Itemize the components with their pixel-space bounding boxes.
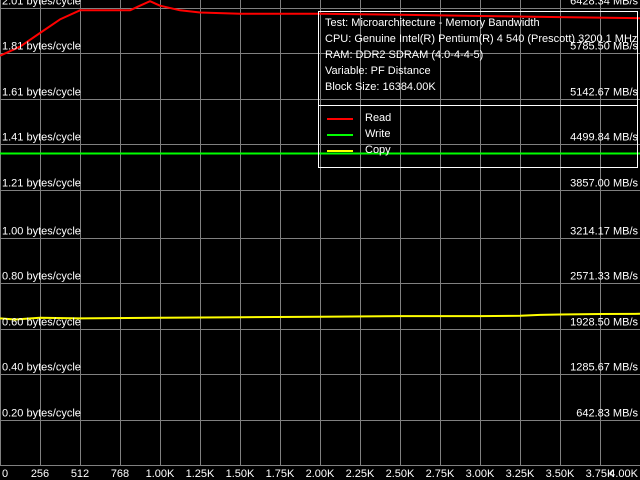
y-tick-label-left: 0.60 bytes/cycle [2,317,81,329]
y-tick-label-right: 6428.34 MB/s [570,0,638,8]
y-tick-label-left: 1.61 bytes/cycle [2,87,81,99]
legend-item-copy: Copy [327,144,627,158]
legend-swatch-write [327,134,353,136]
x-tick-label: 2.25K [346,468,375,480]
x-tick-label: 768 [111,468,129,480]
x-tick-label: 512 [71,468,89,480]
legend-label-read: Read [365,112,392,124]
legend-item-write: Write [327,128,627,142]
x-tick-label: 256 [31,468,49,480]
info-block-size: Block Size: 16384.00K [325,81,436,93]
x-tick-label: 4.00K [609,468,638,480]
y-tick-label-left: 1.00 bytes/cycle [2,226,81,238]
x-tick-label: 3.00K [466,468,495,480]
y-tick-label-left: 1.41 bytes/cycle [2,132,81,144]
x-tick-label: 1.75K [266,468,295,480]
y-tick-label-left: 0.20 bytes/cycle [2,408,81,420]
y-tick-label-right: 2571.33 MB/s [570,271,638,283]
legend-swatch-copy [327,150,353,152]
legend-label-write: Write [365,128,391,140]
y-tick-label-right: 3214.17 MB/s [570,226,638,238]
info-legend-panel: Test: Microarchitecture - Memory Bandwid… [318,11,638,168]
x-tick-label: 1.25K [186,468,215,480]
y-tick-label-left: 0.80 bytes/cycle [2,271,81,283]
y-tick-label-left: 0.40 bytes/cycle [2,362,81,374]
y-tick-label-right: 1928.50 MB/s [570,317,638,329]
legend-label-copy: Copy [365,144,391,156]
x-tick-label: 3.25K [506,468,535,480]
legend-swatch-read [327,118,353,120]
info-test: Test: Microarchitecture - Memory Bandwid… [325,17,540,29]
info-variable: Variable: PF Distance [325,65,431,77]
x-tick-label: 2.00K [306,468,335,480]
x-tick-label: 0 [2,468,8,480]
info-ram: RAM: DDR2 SDRAM (4.0-4-4-5) [325,49,484,61]
y-tick-label-right: 1285.67 MB/s [570,362,638,374]
legend-divider [319,105,637,106]
x-tick-label: 2.75K [426,468,455,480]
y-tick-label-left: 2.01 bytes/cycle [2,0,81,8]
x-tick-label: 1.50K [226,468,255,480]
x-tick-label: 2.50K [386,468,415,480]
x-tick-label: 3.50K [546,468,575,480]
y-tick-label-left: 1.21 bytes/cycle [2,178,81,190]
legend-item-read: Read [327,112,627,126]
y-tick-label-right: 3857.00 MB/s [570,178,638,190]
y-tick-label-right: 642.83 MB/s [576,408,638,420]
x-tick-label: 1.00K [146,468,175,480]
y-tick-label-left: 1.81 bytes/cycle [2,41,81,53]
info-cpu: CPU: Genuine Intel(R) Pentium(R) 4 540 (… [325,33,638,45]
